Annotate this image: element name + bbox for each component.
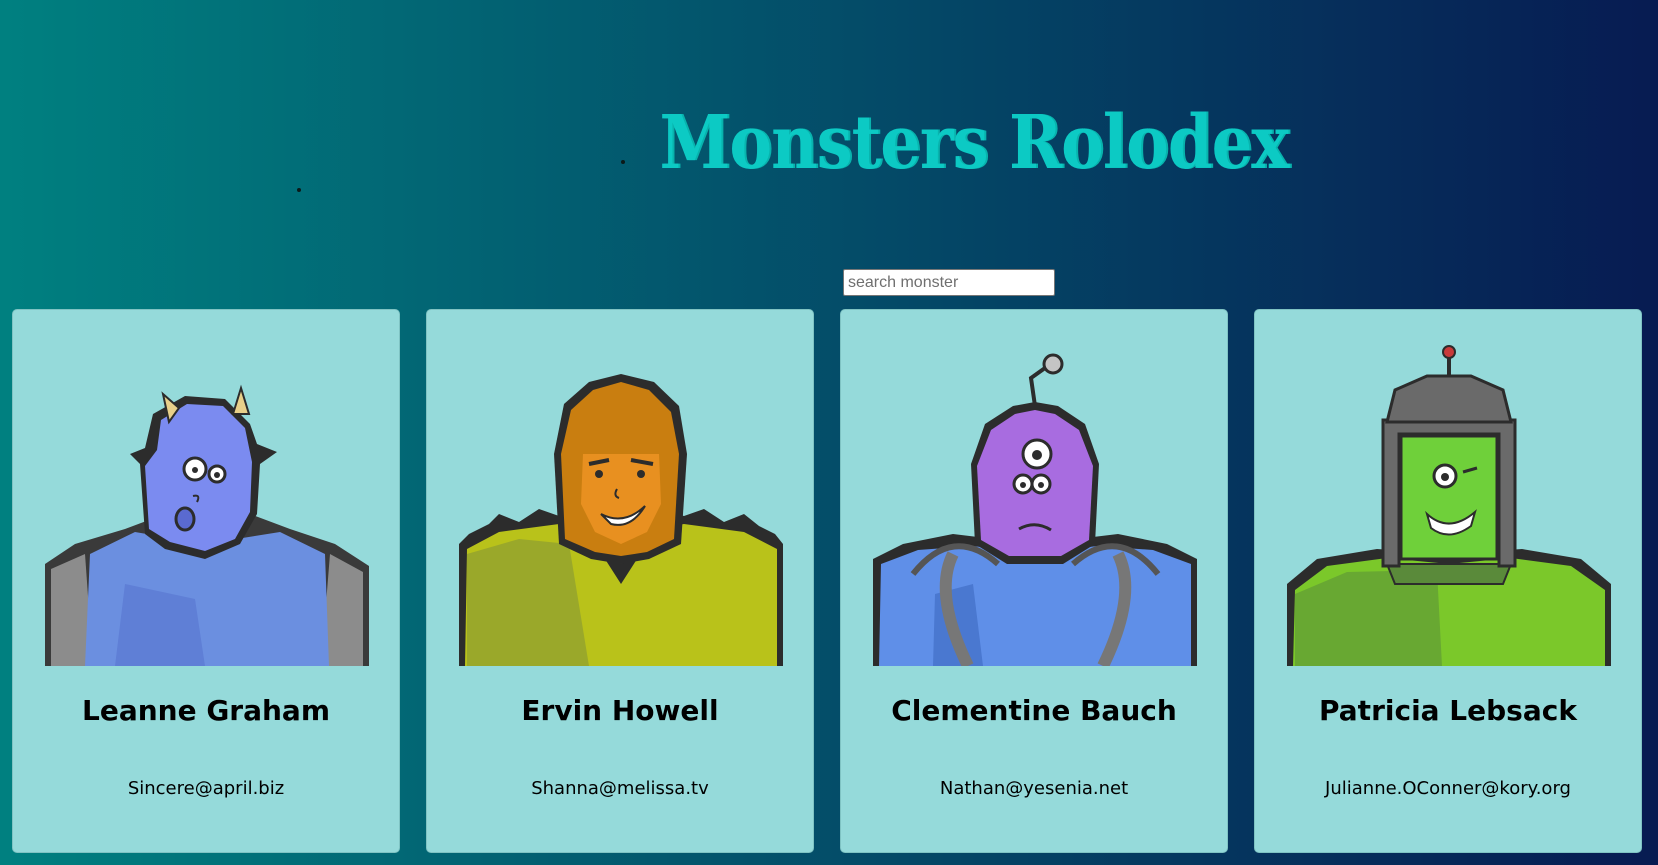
card-list: Leanne Graham Sincere@april.biz Ervin Ho… bbox=[12, 309, 1646, 853]
monster-email: Julianne.OConner@kory.org bbox=[1325, 778, 1571, 799]
green-helmet-monster-icon bbox=[1287, 345, 1611, 666]
monster-card[interactable]: Patricia Lebsack Julianne.OConner@kory.o… bbox=[1254, 309, 1642, 853]
monster-email: Shanna@melissa.tv bbox=[531, 778, 709, 799]
decorative-dot bbox=[297, 188, 301, 192]
monster-email: Sincere@april.biz bbox=[127, 778, 285, 799]
monster-card[interactable]: Clementine Bauch Nathan@yesenia.net bbox=[840, 309, 1228, 853]
monster-name: Ervin Howell bbox=[521, 694, 719, 727]
orange-hooded-monster-icon bbox=[459, 374, 783, 666]
page-title: Monsters Rolodex bbox=[659, 100, 1290, 187]
monster-card[interactable]: Leanne Graham Sincere@april.biz bbox=[12, 309, 400, 853]
monster-name: Leanne Graham bbox=[81, 694, 331, 727]
blue-horned-monster-icon bbox=[45, 384, 369, 666]
monster-email: Nathan@yesenia.net bbox=[939, 778, 1129, 799]
monster-name: Clementine Bauch bbox=[891, 694, 1177, 727]
search-input[interactable] bbox=[843, 269, 1055, 296]
monster-name: Patricia Lebsack bbox=[1319, 694, 1577, 727]
app-root: Monsters Rolodex search monster Leanne G… bbox=[0, 0, 1658, 865]
purple-three-eyed-monster-icon bbox=[873, 353, 1197, 666]
monster-card[interactable]: Ervin Howell Shanna@melissa.tv bbox=[426, 309, 814, 853]
